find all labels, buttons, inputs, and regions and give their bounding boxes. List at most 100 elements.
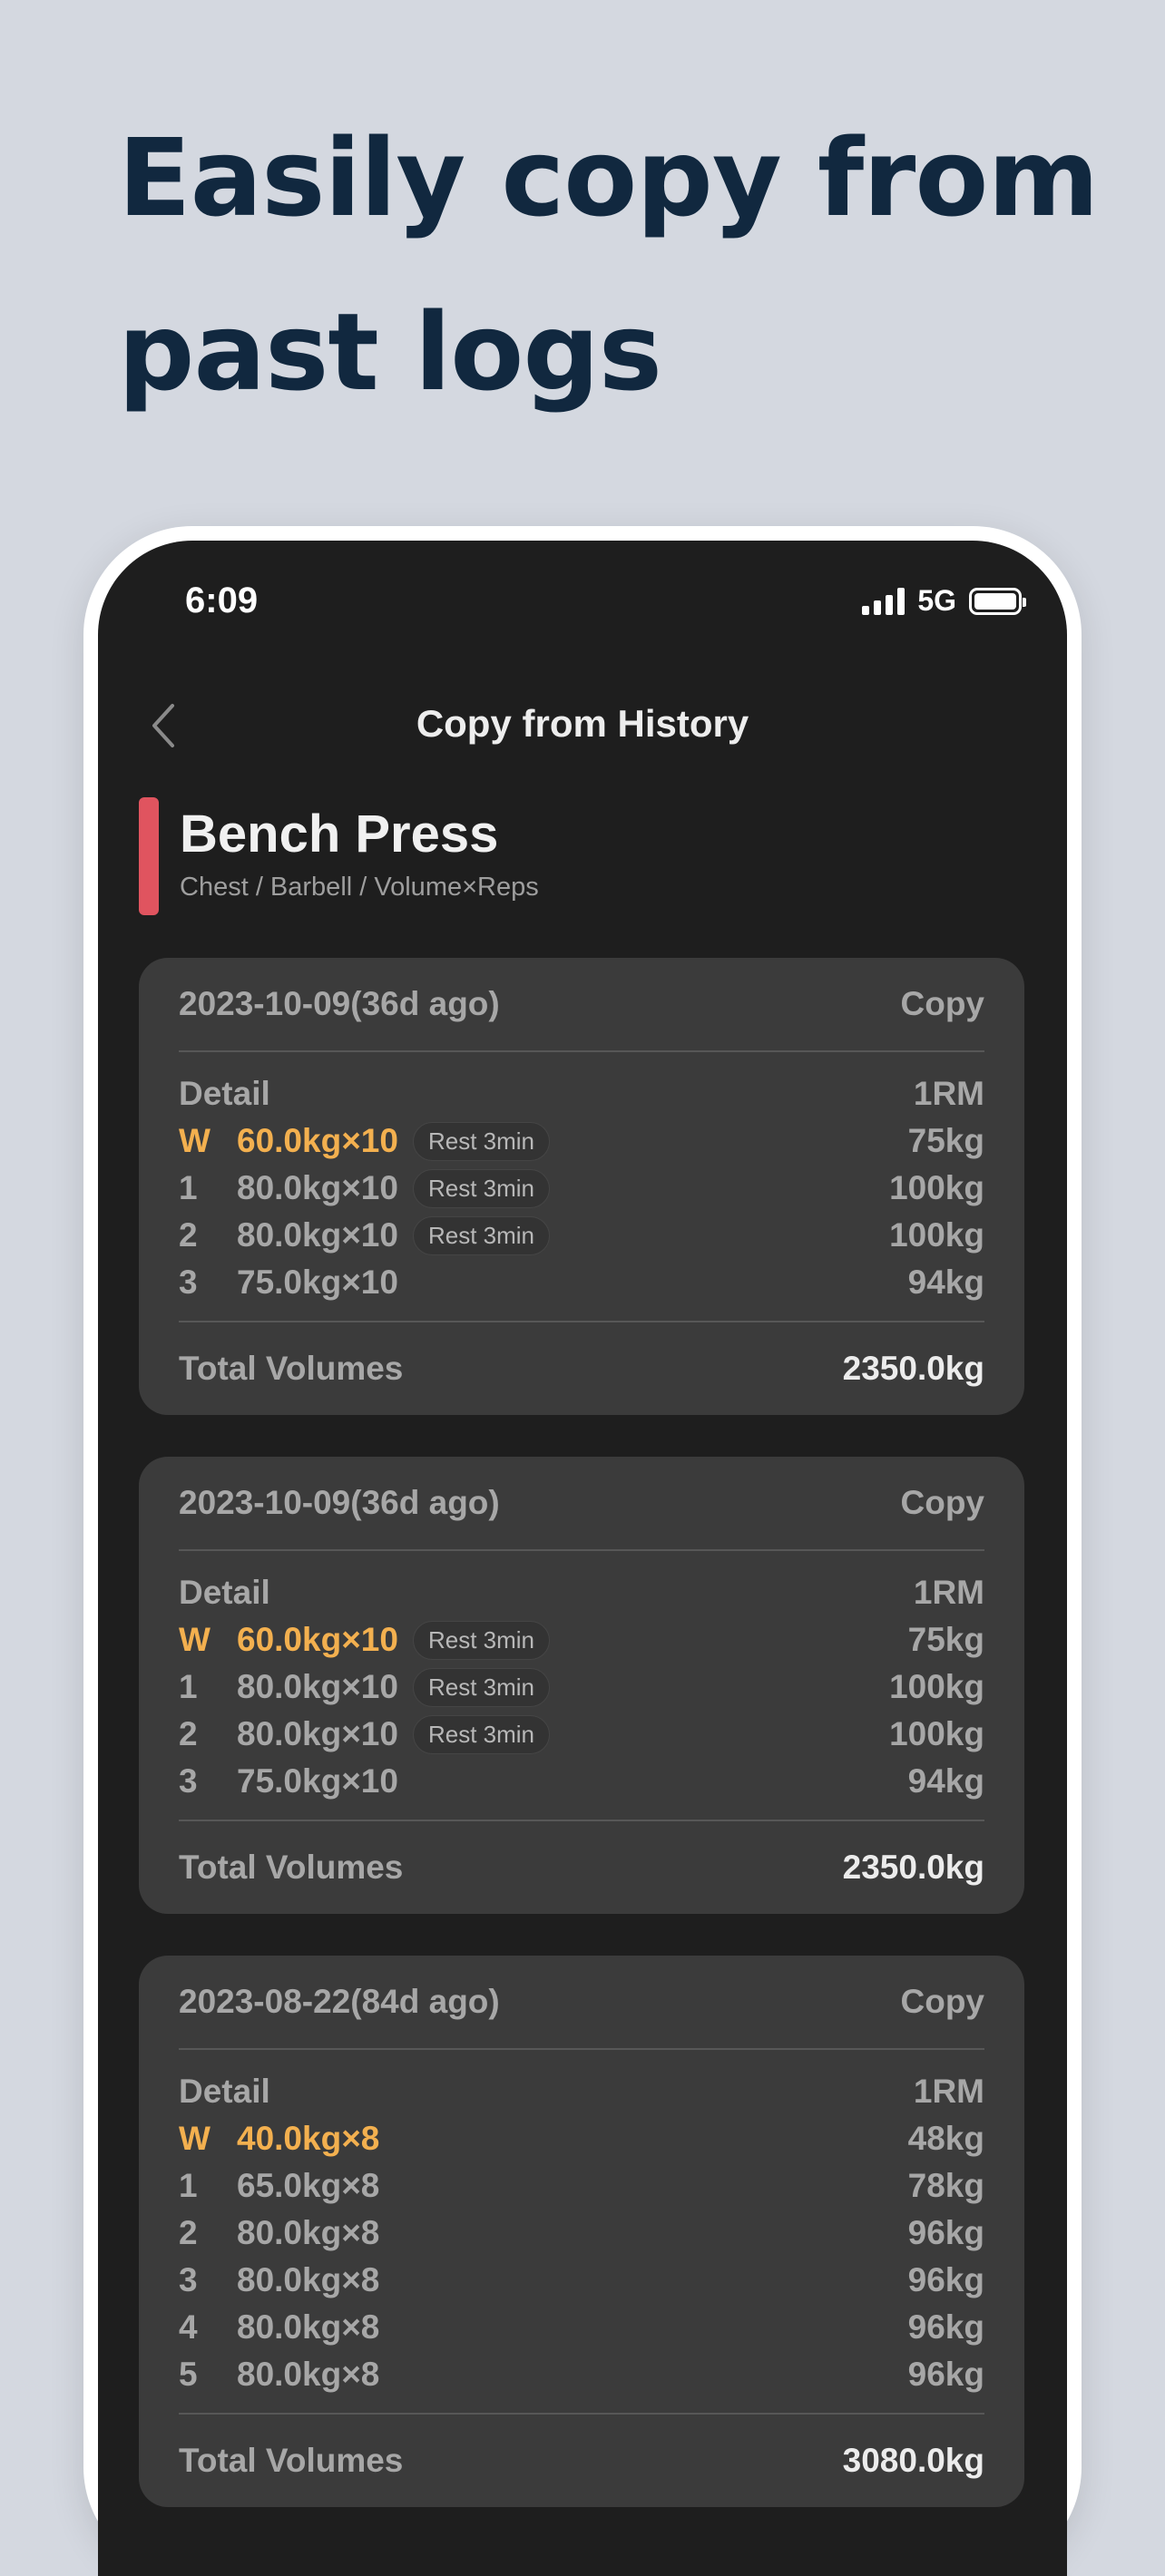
set-weight-reps: 80.0kg×8 [237, 2308, 380, 2346]
set-weight-reps: 80.0kg×10 [237, 1715, 398, 1752]
set-list-header: Detail 1RM [179, 1070, 984, 1117]
set-row: 4 80.0kg×8 96kg [179, 2304, 984, 2351]
set-row: 3 80.0kg×8 96kg [179, 2257, 984, 2304]
total-volume-label: Total Volumes [179, 1350, 404, 1387]
set-weight-reps: 65.0kg×8 [237, 2167, 380, 2204]
history-card: 2023-10-09(36d ago) Copy Detail 1RM W 60.0kg×… [139, 1457, 1024, 1914]
warmup-set-row: W 60.0kg×10 Rest 3min 75kg [179, 1117, 984, 1165]
page-headline: Easily copy from past logs [118, 91, 1116, 439]
set-weight-reps: 40.0kg×8 [237, 2120, 380, 2157]
set-row: 3 75.0kg×10 94kg [179, 1758, 984, 1805]
total-volume-value: 3080.0kg [842, 2442, 984, 2479]
exercise-subtitle: Chest / Barbell / Volume×Reps [180, 873, 539, 902]
rest-time-chip: Rest 3min [412, 1620, 551, 1660]
headline-line-2: past logs [118, 289, 662, 415]
one-rm-value: 96kg [907, 2214, 984, 2251]
set-number: 4 [179, 2308, 198, 2346]
set-row: 1 65.0kg×8 78kg [179, 2162, 984, 2210]
set-number: 3 [179, 2261, 198, 2298]
card-footer: Total Volumes 2350.0kg [179, 1321, 984, 1415]
one-rm-value: 75kg [907, 1621, 984, 1658]
set-weight-reps: 80.0kg×10 [237, 1169, 398, 1206]
one-rm-value: 96kg [907, 2261, 984, 2298]
set-number: W [179, 1122, 210, 1159]
copy-button[interactable]: Copy [901, 1484, 985, 1522]
set-number: 2 [179, 1715, 198, 1752]
warmup-set-row: W 60.0kg×10 Rest 3min 75kg [179, 1616, 984, 1664]
set-number: 3 [179, 1762, 198, 1800]
one-rm-value: 75kg [907, 1122, 984, 1159]
set-weight-reps: 75.0kg×10 [237, 1762, 398, 1800]
set-list: Detail 1RM W 60.0kg×10 Rest 3min 75kg 1 80.0kg×… [179, 1569, 984, 1805]
exercise-name: Bench Press [180, 805, 499, 864]
set-number: 1 [179, 1169, 198, 1206]
detail-label: Detail [179, 1574, 270, 1611]
one-rm-value: 96kg [907, 2308, 984, 2346]
total-volume-value: 2350.0kg [842, 1849, 984, 1886]
set-weight-reps: 80.0kg×8 [237, 2261, 380, 2298]
history-card: 2023-08-22(84d ago) Copy Detail 1RM W 40.0kg×… [139, 1956, 1024, 2507]
headline-line-1: Easily copy from [118, 115, 1099, 240]
one-rm-value: 48kg [907, 2120, 984, 2157]
set-weight-reps: 60.0kg×10 [237, 1621, 398, 1658]
one-rm-value: 100kg [889, 1668, 984, 1705]
one-rm-value: 100kg [889, 1715, 984, 1752]
one-rm-label: 1RM [913, 2073, 984, 2110]
one-rm-value: 94kg [907, 1264, 984, 1301]
set-weight-reps: 60.0kg×10 [237, 1122, 398, 1159]
signal-bars-icon [862, 587, 906, 615]
set-number: 3 [179, 1264, 198, 1301]
page-title: Copy from History [416, 702, 749, 745]
total-volume-value: 2350.0kg [842, 1350, 984, 1387]
set-weight-reps: 75.0kg×10 [237, 1264, 398, 1301]
one-rm-label: 1RM [913, 1574, 984, 1611]
set-weight-reps: 80.0kg×10 [237, 1216, 398, 1254]
phone-frame: 6:09 5G Copy from History Bench Press Ch… [83, 526, 1082, 2576]
network-type: 5G [917, 584, 956, 617]
set-weight-reps: 80.0kg×8 [237, 2356, 380, 2393]
phone-screen: 6:09 5G Copy from History Bench Press Ch… [98, 541, 1067, 2576]
one-rm-value: 100kg [889, 1216, 984, 1254]
history-date: 2023-10-09(36d ago) [179, 1484, 500, 1521]
set-number: W [179, 1621, 210, 1658]
set-list-header: Detail 1RM [179, 2068, 984, 2115]
one-rm-label: 1RM [913, 1075, 984, 1112]
one-rm-value: 100kg [889, 1169, 984, 1206]
rest-time-chip: Rest 3min [412, 1215, 551, 1255]
status-time: 6:09 [185, 581, 259, 620]
rest-time-chip: Rest 3min [412, 1714, 551, 1754]
history-date: 2023-08-22(84d ago) [179, 1983, 500, 2020]
set-row: 5 80.0kg×8 96kg [179, 2351, 984, 2398]
set-number: 1 [179, 2167, 198, 2204]
set-number: W [179, 2120, 210, 2157]
copy-button[interactable]: Copy [901, 1983, 985, 2021]
set-row: 3 75.0kg×10 94kg [179, 1259, 984, 1306]
history-card: 2023-10-09(36d ago) Copy Detail 1RM W 60.0kg×… [139, 958, 1024, 1415]
copy-button[interactable]: Copy [901, 985, 985, 1023]
set-row: 2 80.0kg×10 Rest 3min 100kg [179, 1212, 984, 1259]
rest-time-chip: Rest 3min [412, 1168, 551, 1208]
card-header: 2023-08-22(84d ago) Copy [179, 1956, 984, 2050]
set-weight-reps: 80.0kg×8 [237, 2214, 380, 2251]
one-rm-value: 78kg [907, 2167, 984, 2204]
history-date: 2023-10-09(36d ago) [179, 985, 500, 1022]
one-rm-value: 94kg [907, 1762, 984, 1800]
set-list: Detail 1RM W 60.0kg×10 Rest 3min 75kg 1 80.0kg×… [179, 1070, 984, 1306]
total-volume-label: Total Volumes [179, 2442, 404, 2479]
set-number: 2 [179, 1216, 198, 1254]
set-list-header: Detail 1RM [179, 1569, 984, 1616]
rest-time-chip: Rest 3min [412, 1667, 551, 1707]
one-rm-value: 96kg [907, 2356, 984, 2393]
rest-time-chip: Rest 3min [412, 1121, 551, 1161]
set-number: 1 [179, 1668, 198, 1705]
card-header: 2023-10-09(36d ago) Copy [179, 958, 984, 1052]
card-footer: Total Volumes 3080.0kg [179, 2413, 984, 2507]
set-list: Detail 1RM W 40.0kg×8 48kg 1 65.0kg×8 78kg 2 80.0… [179, 2068, 984, 2398]
total-volume-label: Total Volumes [179, 1849, 404, 1886]
card-header: 2023-10-09(36d ago) Copy [179, 1457, 984, 1551]
detail-label: Detail [179, 1075, 270, 1112]
detail-label: Detail [179, 2073, 270, 2110]
set-number: 5 [179, 2356, 198, 2393]
battery-icon [969, 587, 1026, 615]
card-footer: Total Volumes 2350.0kg [179, 1820, 984, 1914]
